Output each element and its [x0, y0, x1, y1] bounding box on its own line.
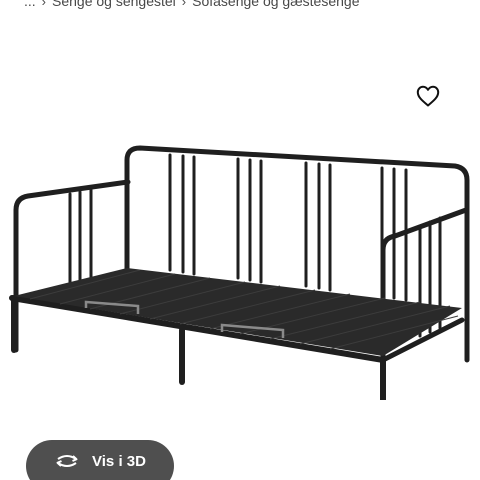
- breadcrumb-ellipsis[interactable]: ...: [24, 0, 36, 9]
- breadcrumb-separator: ›: [41, 0, 47, 9]
- heart-outline-icon: [416, 85, 440, 107]
- product-image-daybed: [9, 145, 470, 400]
- breadcrumb-separator: ›: [181, 0, 187, 9]
- rotate-3d-icon: [54, 452, 80, 470]
- favorite-button[interactable]: [410, 78, 446, 114]
- breadcrumb-item-daybeds[interactable]: Sofasenge og gæstesenge: [192, 0, 359, 9]
- view-in-3d-button[interactable]: Vis i 3D: [26, 440, 174, 480]
- product-page: ... › Senge og sengestel › Sofasenge og …: [0, 0, 480, 480]
- breadcrumb: ... › Senge og sengestel › Sofasenge og …: [24, 0, 359, 11]
- breadcrumb-item-beds[interactable]: Senge og sengestel: [52, 0, 176, 9]
- view-in-3d-label: Vis i 3D: [92, 452, 146, 470]
